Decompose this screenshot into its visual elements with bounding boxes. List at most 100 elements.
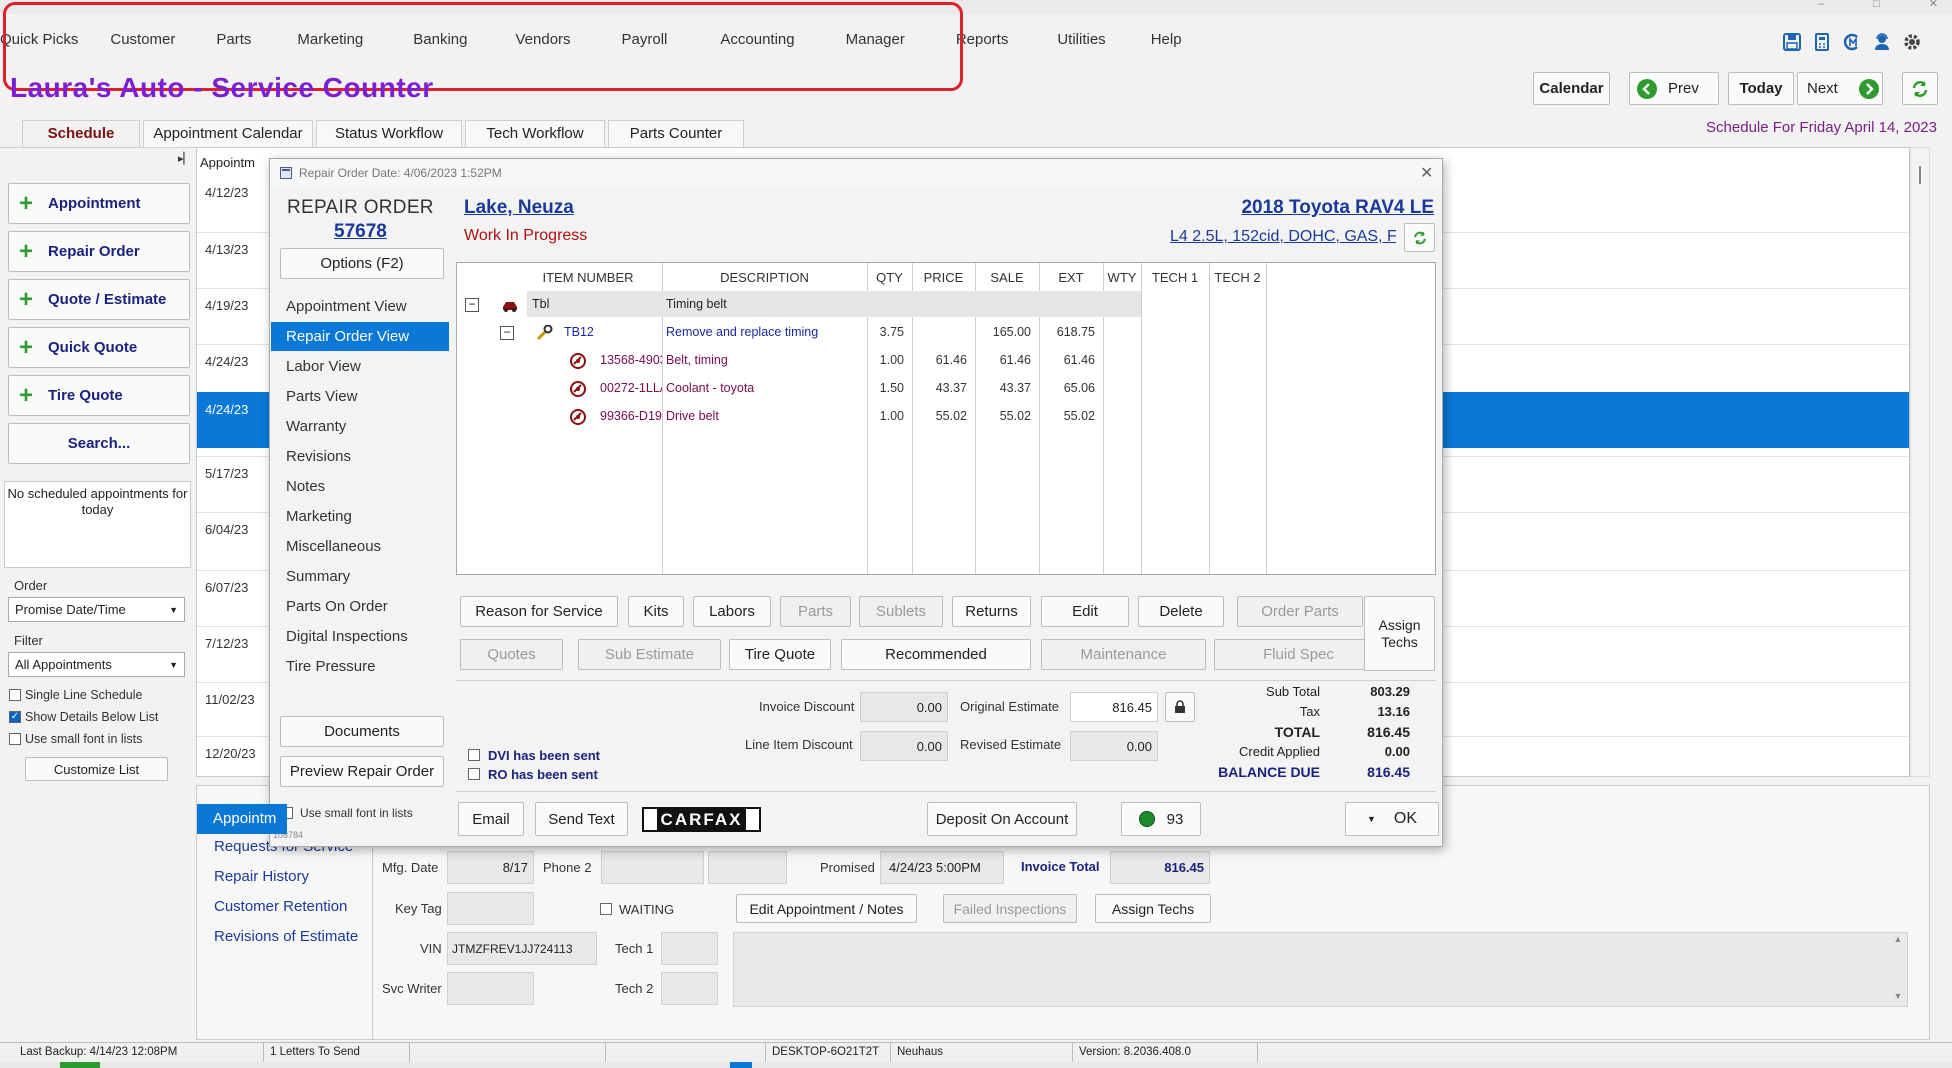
parts-button[interactable]: Parts xyxy=(780,596,851,627)
tech1-field[interactable] xyxy=(661,932,718,965)
tire-quote-button[interactable]: + Tire Quote xyxy=(8,375,190,416)
edit-button[interactable]: Edit xyxy=(1041,596,1129,627)
assign-techs-lower-button[interactable]: Assign Techs xyxy=(1095,894,1211,923)
calendar-button[interactable]: Calendar xyxy=(1533,72,1610,105)
promised-field[interactable]: 4/24/23 5:00PM xyxy=(880,851,1004,884)
kits-button[interactable]: Kits xyxy=(628,596,684,627)
column-header[interactable]: ITEM NUMBER xyxy=(514,270,662,285)
view-marketing[interactable]: Marketing xyxy=(271,502,449,531)
today-button[interactable]: Today xyxy=(1728,72,1794,105)
tire-quote-button[interactable]: Tire Quote xyxy=(729,639,831,670)
filter-select[interactable]: All Appointments ▼ xyxy=(8,652,185,677)
vehicle-name[interactable]: 2018 Toyota RAV4 LE xyxy=(1241,197,1434,219)
quote-estimate-button[interactable]: + Quote / Estimate xyxy=(8,279,190,320)
preview-repair-order-button[interactable]: Preview Repair Order xyxy=(280,756,444,787)
view-repair-order-view[interactable]: Repair Order View xyxy=(271,322,449,351)
engine-info[interactable]: L4 2.5L, 152cid, DOHC, GAS, FI xyxy=(1170,228,1396,246)
phone2-field[interactable] xyxy=(601,851,704,884)
invoice-discount-field[interactable]: 0.00 xyxy=(860,692,948,722)
lower-nav-customer-retention[interactable]: Customer Retention xyxy=(214,898,347,915)
view-summary[interactable]: Summary xyxy=(271,562,449,591)
ro-sent-checkbox[interactable] xyxy=(468,768,480,780)
schedule-row-date[interactable]: 12/20/23 xyxy=(205,746,256,761)
send-text-button[interactable]: Send Text xyxy=(535,802,628,836)
lower-nav-revisions-of-estimate[interactable]: Revisions of Estimate xyxy=(214,928,358,945)
prev-button[interactable]: Prev xyxy=(1629,72,1719,105)
schedule-row-date[interactable]: 11/02/23 xyxy=(205,692,255,707)
view-warranty[interactable]: Warranty xyxy=(271,412,449,441)
sublets-button[interactable]: Sublets xyxy=(859,596,943,627)
line-discount-field[interactable]: 0.00 xyxy=(860,731,948,761)
notes-scrollbar[interactable]: ▲ ▼ xyxy=(1890,934,1906,1005)
search-button[interactable]: Search... xyxy=(8,423,190,464)
close-icon[interactable]: ✕ xyxy=(1929,0,1938,10)
column-header[interactable]: QTY xyxy=(867,270,912,285)
column-header[interactable]: TECH 1 xyxy=(1141,270,1209,285)
column-header[interactable]: SALE xyxy=(975,270,1039,285)
view-miscellaneous[interactable]: Miscellaneous xyxy=(271,532,449,561)
labors-button[interactable]: Labors xyxy=(693,596,771,627)
ok-button[interactable]: ▼ OK xyxy=(1345,802,1439,836)
reason-for-service-button[interactable]: Reason for Service xyxy=(460,596,618,627)
view-parts-on-order[interactable]: Parts On Order xyxy=(271,592,449,621)
checkbox-show-details-below-list[interactable]: ✓ xyxy=(9,711,21,723)
brand-logo-icon[interactable] xyxy=(1842,32,1862,52)
calculator-icon[interactable] xyxy=(1812,32,1832,52)
column-header[interactable]: WTY xyxy=(1103,270,1141,285)
view-tire-pressure[interactable]: Tire Pressure xyxy=(271,652,449,681)
schedule-row-date[interactable]: 5/17/23 xyxy=(205,466,248,481)
customize-list-button[interactable]: Customize List xyxy=(25,757,168,781)
tab-status-workflow[interactable]: Status Workflow xyxy=(316,120,462,147)
schedule-row-date[interactable]: 6/07/23 xyxy=(205,580,248,595)
lower-nav-repair-history[interactable]: Repair History xyxy=(214,868,309,885)
recommended-button[interactable]: Recommended xyxy=(841,639,1031,670)
column-header[interactable]: EXT xyxy=(1039,270,1103,285)
phone2-ext-field[interactable] xyxy=(708,851,787,884)
assign-techs-button[interactable]: Assign Techs xyxy=(1364,596,1435,671)
table-row[interactable]: − TB12 Remove and replace timing 3.75 165.00… xyxy=(457,321,1267,345)
table-row[interactable]: 00272-1LLAC-LX01 Coolant - toyota 1.50 43.3… xyxy=(457,377,1267,401)
options-button[interactable]: Options (F2) xyxy=(280,248,444,279)
tab-schedule[interactable]: Schedule xyxy=(22,120,140,147)
sub-estimate-button[interactable]: Sub Estimate xyxy=(578,639,721,670)
view-revisions[interactable]: Revisions xyxy=(271,442,449,471)
minimize-icon[interactable]: – xyxy=(1818,0,1824,10)
save-icon[interactable] xyxy=(1782,32,1802,52)
table-row[interactable]: 13568-49036 Belt, timing 1.00 61.46 61.46 61.… xyxy=(457,349,1267,373)
waiting-checkbox[interactable] xyxy=(600,903,612,915)
schedule-row-date[interactable]: 4/12/23 xyxy=(205,185,248,200)
collapse-icon[interactable]: − xyxy=(465,298,479,312)
key-tag-field[interactable] xyxy=(447,892,534,925)
dvi-sent-checkbox[interactable] xyxy=(468,749,480,761)
view-parts-view[interactable]: Parts View xyxy=(271,382,449,411)
schedule-row-date[interactable]: 7/12/23 xyxy=(205,636,248,651)
refresh-button[interactable] xyxy=(1902,72,1938,105)
gear-icon[interactable] xyxy=(1902,32,1922,52)
deposit-on-account-button[interactable]: Deposit On Account xyxy=(927,802,1077,836)
ro-number[interactable]: 57678 xyxy=(334,221,387,243)
svc-writer-field[interactable] xyxy=(447,972,534,1005)
column-header[interactable]: DESCRIPTION xyxy=(662,270,867,285)
maintenance-button[interactable]: Maintenance xyxy=(1041,639,1206,670)
collapse-icon[interactable]: − xyxy=(500,326,514,340)
dialog-close-icon[interactable]: ✕ xyxy=(1420,163,1433,183)
vehicle-refresh-button[interactable] xyxy=(1404,223,1435,252)
checkbox-single-line-schedule[interactable] xyxy=(9,689,21,701)
tab-appointment-calendar[interactable]: Appointment Calendar xyxy=(143,120,313,147)
view-notes[interactable]: Notes xyxy=(271,472,449,501)
view-appointment-view[interactable]: Appointment View xyxy=(271,292,449,321)
menu-help[interactable]: Help xyxy=(1129,26,1204,54)
lower-nav-appointment-tab[interactable]: Appointm xyxy=(197,804,287,834)
schedule-row-date[interactable]: 4/24/23 xyxy=(205,402,248,417)
appointment-button[interactable]: + Appointment xyxy=(8,183,190,224)
schedule-row-date[interactable]: 4/24/23 xyxy=(205,354,248,369)
email-button[interactable]: Email xyxy=(458,802,524,836)
view-labor-view[interactable]: Labor View xyxy=(271,352,449,381)
menu-utilities[interactable]: Utilities xyxy=(1034,26,1128,54)
schedule-row-date[interactable]: 4/13/23 xyxy=(205,242,248,257)
failed-inspections-button[interactable]: Failed Inspections xyxy=(943,894,1077,923)
documents-button[interactable]: Documents xyxy=(280,716,444,747)
tab-parts-counter[interactable]: Parts Counter xyxy=(608,120,744,147)
repair-order-button[interactable]: + Repair Order xyxy=(8,231,190,272)
view-digital-inspections[interactable]: Digital Inspections xyxy=(271,622,449,651)
